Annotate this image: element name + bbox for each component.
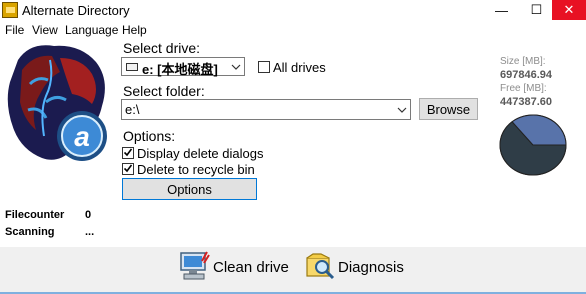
display-delete-dialogs-checkbox[interactable]	[122, 147, 134, 159]
options-heading: Options:	[123, 128, 176, 144]
display-delete-dialogs-label: Display delete dialogs	[137, 146, 264, 161]
clean-drive-icon	[180, 251, 210, 280]
all-drives-checkbox[interactable]	[258, 61, 270, 73]
scanning-label: Scanning	[5, 226, 55, 238]
folder-combobox[interactable]: e:\	[121, 99, 411, 120]
checkmark-icon	[124, 164, 132, 173]
folder-heading: Select folder:	[123, 83, 205, 99]
title-bar: Alternate Directory — ☐ ✕	[0, 0, 586, 21]
delete-to-recycle-bin-label: Delete to recycle bin	[137, 162, 255, 177]
window-title: Alternate Directory	[22, 3, 130, 18]
filecounter-value: 0	[85, 209, 92, 221]
drive-select-value: e: [本地磁盘]	[142, 62, 218, 77]
options-button[interactable]: Options	[122, 178, 257, 200]
scanning-value: ...	[85, 226, 95, 238]
diagnosis-icon	[306, 253, 335, 280]
menu-language[interactable]: Language	[65, 23, 118, 37]
diagnosis-button[interactable]: Diagnosis	[338, 259, 404, 276]
svg-text:a: a	[74, 121, 90, 152]
disk-usage-pie-chart	[499, 114, 567, 176]
menu-view[interactable]: View	[32, 23, 58, 37]
menu-bar: File View Language Help	[0, 21, 586, 39]
hard-drive-icon	[126, 63, 138, 71]
drive-heading: Select drive:	[123, 40, 201, 56]
all-drives-label: All drives	[273, 60, 326, 75]
menu-help[interactable]: Help	[122, 23, 147, 37]
delete-to-recycle-bin-checkbox[interactable]	[122, 163, 134, 175]
folder-value: e:\	[125, 102, 140, 117]
action-bar: Clean drive Diagnosis	[0, 247, 586, 294]
free-label: Free [MB]:	[500, 83, 547, 94]
size-label: Size [MB]:	[500, 56, 546, 67]
chevron-down-icon	[231, 64, 241, 70]
checkmark-icon	[124, 148, 132, 157]
browse-button[interactable]: Browse	[419, 98, 478, 120]
app-logo: a	[0, 40, 118, 166]
free-value: 447387.60	[500, 96, 552, 108]
size-value: 697846.94	[500, 69, 552, 81]
chevron-down-icon	[397, 107, 407, 113]
drive-select[interactable]: e: [本地磁盘]	[121, 57, 245, 77]
maximize-button[interactable]: ☐	[519, 0, 554, 20]
app-icon	[2, 2, 18, 18]
menu-file[interactable]: File	[5, 23, 24, 37]
clean-drive-button[interactable]: Clean drive	[213, 259, 289, 276]
minimize-button[interactable]: —	[484, 0, 519, 20]
close-button[interactable]: ✕	[552, 0, 586, 20]
filecounter-label: Filecounter	[5, 209, 65, 221]
